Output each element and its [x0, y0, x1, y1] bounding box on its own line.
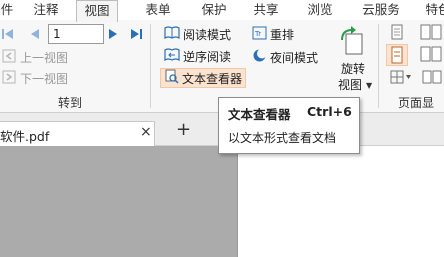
- continuous-page-button[interactable]: [386, 44, 408, 66]
- page-number-input[interactable]: 1: [48, 24, 104, 44]
- last-page-icon[interactable]: [130, 28, 143, 43]
- menu-bar: 件 注释 视图 表单 保护 共享 浏览 云服务 特色: [0, 0, 444, 22]
- svg-text:Tr: Tr: [254, 30, 261, 38]
- tooltip-shortcut: Ctrl+6: [307, 104, 352, 119]
- continuous-page-icon: [391, 46, 403, 64]
- reverse-reading-button[interactable]: 逆序阅读: [164, 48, 231, 65]
- close-icon[interactable]: ×: [140, 124, 152, 140]
- continuous-facing-icon[interactable]: [420, 46, 444, 65]
- next-view-label: 下一视图: [20, 72, 69, 86]
- goto-group-label: 转到: [58, 96, 83, 110]
- night-mode-label: 夜间模式: [270, 50, 319, 65]
- reflow-button[interactable]: Tr 重排: [252, 26, 294, 43]
- next-view-button[interactable]: 下一视图: [2, 70, 68, 87]
- document-page[interactable]: [237, 146, 444, 257]
- tooltip-title: 文本查看器: [228, 107, 291, 122]
- rotate-view-label-1[interactable]: 旋转: [341, 60, 365, 77]
- text-viewer-label: 文本查看器: [182, 71, 243, 86]
- tab-protect[interactable]: 保护: [196, 0, 232, 20]
- reading-mode-button[interactable]: 阅读模式: [164, 26, 231, 43]
- cover-page-icon[interactable]: [422, 70, 442, 87]
- reading-mode-label: 阅读模式: [183, 28, 232, 42]
- rotate-view-label-2[interactable]: 视图: [338, 76, 362, 93]
- rotate-view-icon[interactable]: [338, 26, 366, 59]
- navigation-panel: [0, 146, 237, 257]
- first-page-icon[interactable]: [2, 28, 14, 43]
- single-page-icon[interactable]: [390, 24, 404, 43]
- tab-featured[interactable]: 特色: [420, 0, 444, 20]
- group-divider: [150, 24, 151, 108]
- text-viewer-icon: [164, 69, 179, 87]
- moon-icon: [252, 48, 267, 66]
- reverse-reading-label: 逆序阅读: [183, 50, 232, 64]
- tab-browse[interactable]: 浏览: [302, 0, 338, 20]
- reflow-icon: Tr: [252, 26, 267, 43]
- tab-form[interactable]: 表单: [140, 0, 176, 20]
- next-page-icon[interactable]: [108, 28, 118, 43]
- prev-page-icon[interactable]: [30, 28, 40, 43]
- reverse-book-icon: [164, 48, 180, 65]
- prev-view-button[interactable]: 上一视图: [2, 49, 68, 66]
- add-tab-icon[interactable]: +: [176, 121, 191, 139]
- split-view-icon[interactable]: [390, 70, 412, 87]
- tooltip-description: 以文本形式查看文档: [228, 131, 337, 145]
- tooltip: 文本查看器 Ctrl+6 以文本形式查看文档: [218, 97, 360, 154]
- facing-page-icon[interactable]: [420, 24, 444, 43]
- next-view-icon: [2, 70, 16, 87]
- tab-file[interactable]: 件: [0, 0, 16, 20]
- prev-view-label: 上一视图: [20, 51, 69, 65]
- tab-comment[interactable]: 注释: [28, 0, 64, 20]
- prev-view-icon: [2, 49, 16, 66]
- tab-share[interactable]: 共享: [248, 0, 284, 20]
- tab-view[interactable]: 视图: [76, 0, 118, 22]
- chevron-down-icon[interactable]: ▼: [366, 81, 372, 90]
- book-icon: [164, 26, 180, 43]
- tab-cloud[interactable]: 云服务: [356, 0, 406, 20]
- reflow-label: 重排: [270, 28, 295, 42]
- text-viewer-button[interactable]: 文本查看器: [160, 68, 247, 88]
- group-divider: [378, 24, 379, 108]
- document-tab-title: 软件.pdf: [0, 129, 50, 144]
- night-mode-button[interactable]: 夜间模式: [252, 48, 318, 66]
- document-tab[interactable]: 软件.pdf ×: [0, 121, 155, 146]
